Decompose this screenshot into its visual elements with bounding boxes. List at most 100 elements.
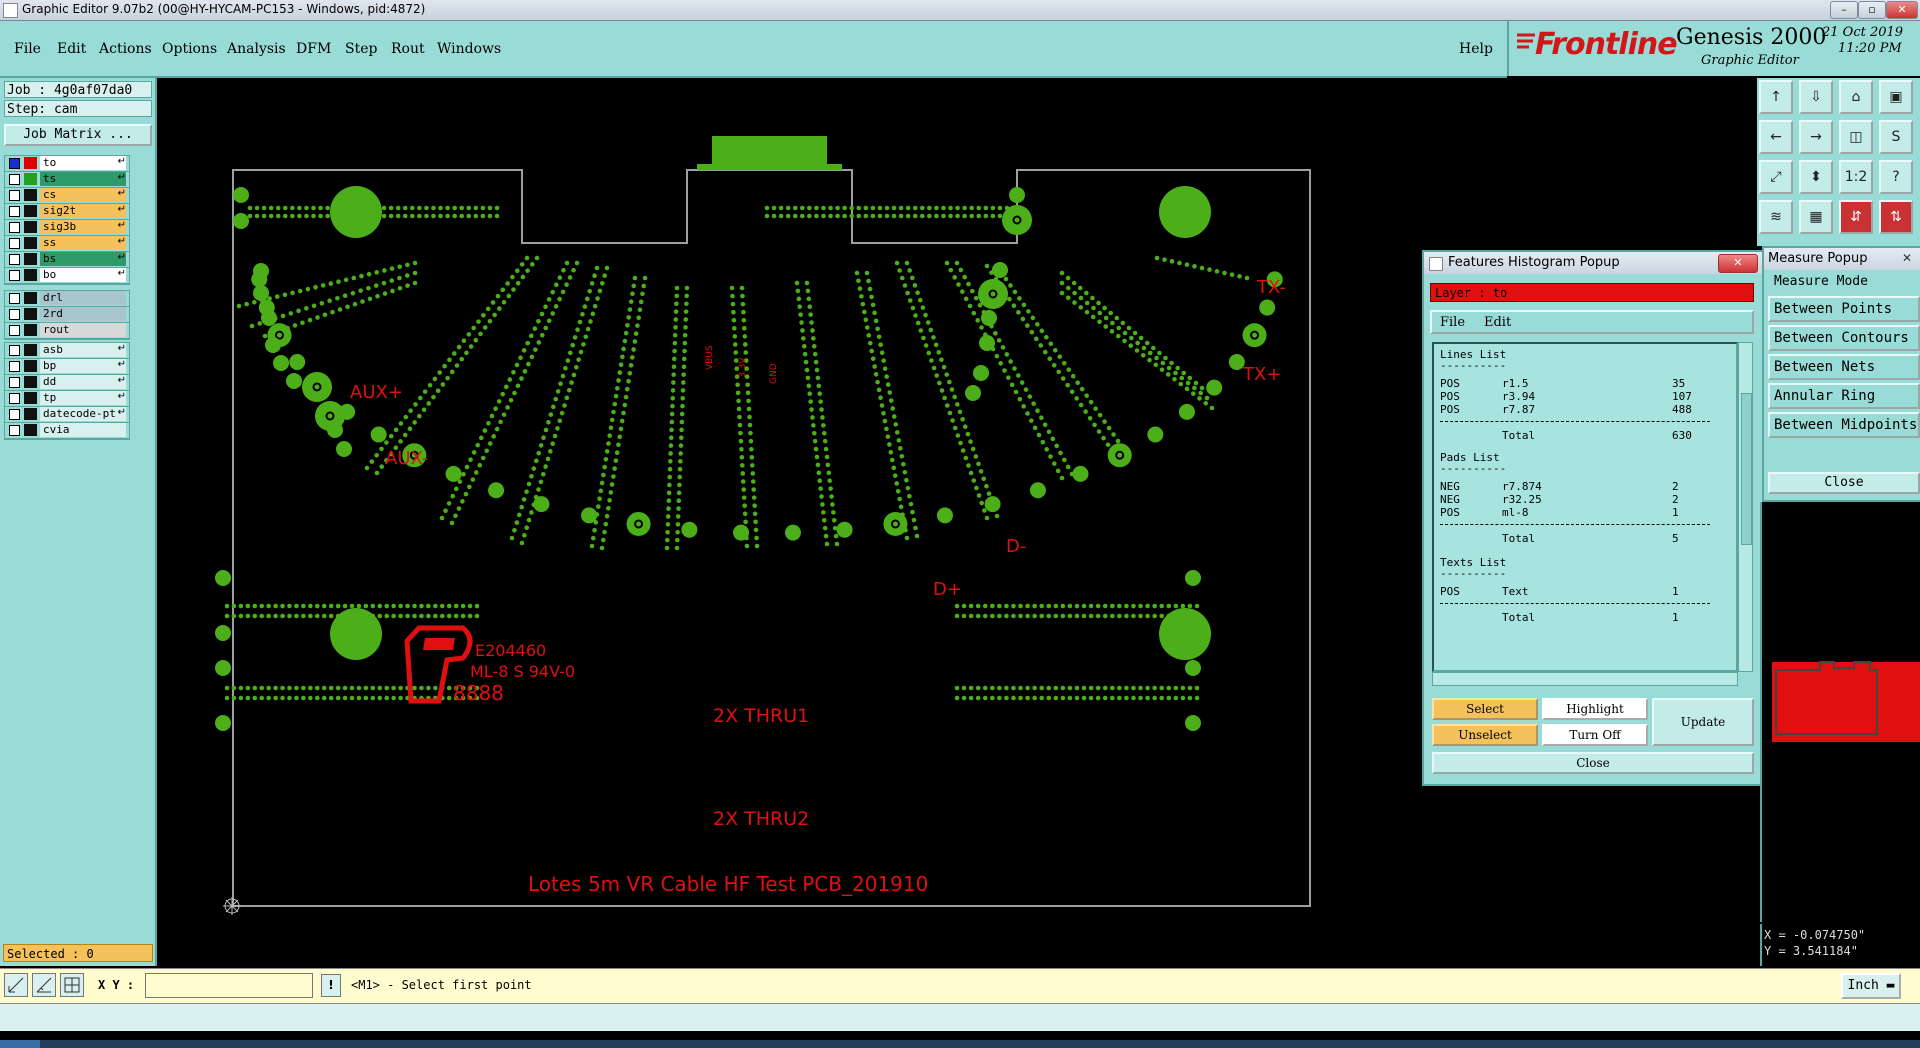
layer-row-sig2t[interactable]: sig2t ↵ bbox=[5, 204, 129, 220]
layer-affected-icon[interactable]: ↵ bbox=[118, 188, 126, 199]
layer-checkbox[interactable] bbox=[9, 393, 20, 404]
histogram-row[interactable]: NEG r7.874 2 bbox=[1440, 480, 1730, 493]
layer-color-swatch[interactable] bbox=[24, 292, 37, 304]
layer-checkbox[interactable] bbox=[9, 361, 20, 372]
histogram-row[interactable]: POS Text 1 bbox=[1440, 585, 1730, 598]
layer-color-swatch[interactable] bbox=[24, 269, 37, 281]
snap-icon[interactable] bbox=[4, 973, 28, 997]
histogram-close-button[interactable]: Close bbox=[1432, 752, 1754, 774]
menu-dfm[interactable]: DFM bbox=[296, 41, 331, 57]
layer-name[interactable]: datecode-pt bbox=[40, 407, 126, 421]
layer-checkbox[interactable] bbox=[9, 206, 20, 217]
layer-row-bo[interactable]: bo ↵ bbox=[5, 268, 129, 284]
layer-checkbox[interactable] bbox=[9, 270, 20, 281]
layer-affected-icon[interactable]: ↵ bbox=[118, 220, 126, 231]
xy-input[interactable] bbox=[145, 973, 313, 998]
maximize-button[interactable]: ▫ bbox=[1858, 1, 1886, 19]
layer-icon[interactable]: ≋ bbox=[1759, 200, 1793, 234]
layer-color-swatch[interactable] bbox=[24, 221, 37, 233]
layer-checkbox[interactable] bbox=[9, 345, 20, 356]
menu-edit[interactable]: Edit bbox=[57, 41, 86, 57]
layer-row-tp[interactable]: tp ↵ bbox=[5, 391, 129, 407]
layer-affected-icon[interactable]: ↵ bbox=[118, 172, 126, 183]
layer-affected-icon[interactable]: ↵ bbox=[118, 407, 126, 418]
layer-row-to[interactable]: to ↵ bbox=[5, 156, 129, 172]
layer-color-swatch[interactable] bbox=[24, 424, 37, 436]
scale-icon[interactable]: 1:2 bbox=[1839, 160, 1873, 194]
layer-checkbox[interactable] bbox=[9, 222, 20, 233]
measure-option-2[interactable]: Between Nets bbox=[1768, 354, 1920, 380]
layer-checkbox[interactable] bbox=[9, 293, 20, 304]
layer-row-drl[interactable]: drl bbox=[5, 291, 129, 307]
menu-file[interactable]: File bbox=[14, 41, 41, 57]
layer-name[interactable]: sig2t bbox=[40, 204, 126, 218]
measure-close-button[interactable]: Close bbox=[1768, 472, 1920, 494]
layer-name[interactable]: cs bbox=[40, 188, 126, 202]
layer-color-swatch[interactable] bbox=[24, 189, 37, 201]
layer-row-sig3b[interactable]: sig3b ↵ bbox=[5, 220, 129, 236]
histogram-row[interactable]: POS r3.94 107 bbox=[1440, 390, 1730, 403]
histogram-hscrollbar[interactable] bbox=[1432, 672, 1738, 686]
grid-icon[interactable] bbox=[60, 973, 84, 997]
histogram-row[interactable]: POS r1.5 35 bbox=[1440, 377, 1730, 390]
layer-color-swatch[interactable] bbox=[24, 253, 37, 265]
measure-option-0[interactable]: Between Points bbox=[1768, 296, 1920, 322]
layer-checkbox[interactable] bbox=[9, 238, 20, 249]
layer-color-swatch[interactable] bbox=[24, 237, 37, 249]
menu-step[interactable]: Step bbox=[345, 41, 377, 57]
histogram-row[interactable]: POS r7.87 488 bbox=[1440, 403, 1730, 416]
menu-options[interactable]: Options bbox=[162, 41, 217, 57]
histogram-menu-edit[interactable]: Edit bbox=[1484, 315, 1511, 330]
measure-tool-icon[interactable] bbox=[32, 973, 56, 997]
highlight-button[interactable]: Highlight bbox=[1542, 698, 1648, 720]
measure-close-x-button[interactable]: ✕ bbox=[1896, 250, 1918, 267]
layer-name[interactable]: sig3b bbox=[40, 220, 126, 234]
layer-color-swatch[interactable] bbox=[24, 392, 37, 404]
layer-checkbox[interactable] bbox=[9, 377, 20, 388]
layer-checkbox[interactable] bbox=[9, 325, 20, 336]
layer-checkbox[interactable] bbox=[9, 254, 20, 265]
layer-row-bs[interactable]: bs ↵ bbox=[5, 252, 129, 268]
layer-name[interactable]: rout bbox=[40, 323, 126, 337]
layer-affected-icon[interactable]: ↵ bbox=[118, 236, 126, 247]
back-icon[interactable]: ← bbox=[1759, 120, 1793, 154]
swap-icon[interactable]: ⇅ bbox=[1879, 200, 1913, 234]
close-window-button[interactable]: ✕ bbox=[1886, 1, 1918, 19]
layer-name[interactable]: to bbox=[40, 156, 126, 170]
layer-row-rout[interactable]: rout bbox=[5, 323, 129, 339]
layer-color-swatch[interactable] bbox=[24, 308, 37, 320]
histogram-close-x-button[interactable]: ✕ bbox=[1718, 254, 1758, 273]
job-matrix-button[interactable]: Job Matrix ... bbox=[4, 124, 152, 146]
menu-rout[interactable]: Rout bbox=[391, 41, 425, 57]
histogram-vscroll-thumb[interactable] bbox=[1741, 393, 1752, 545]
forward-icon[interactable]: → bbox=[1799, 120, 1833, 154]
layer-color-swatch[interactable] bbox=[24, 376, 37, 388]
histogram-row[interactable]: NEG r32.25 2 bbox=[1440, 493, 1730, 506]
help-icon[interactable]: ? bbox=[1879, 160, 1913, 194]
layer-row-cvia[interactable]: cvia bbox=[5, 423, 129, 439]
layer-name[interactable]: drl bbox=[40, 291, 126, 305]
layer-checkbox[interactable] bbox=[9, 190, 20, 201]
layer-color-swatch[interactable] bbox=[24, 408, 37, 420]
minimize-button[interactable]: – bbox=[1830, 1, 1858, 19]
grid-view-icon[interactable]: ▦ bbox=[1799, 200, 1833, 234]
layer-affected-icon[interactable]: ↵ bbox=[118, 252, 126, 263]
layer-row-2rd[interactable]: 2rd bbox=[5, 307, 129, 323]
info-icon[interactable]: ! bbox=[321, 974, 341, 997]
select-button[interactable]: Select bbox=[1432, 698, 1538, 720]
layer-color-swatch[interactable] bbox=[24, 205, 37, 217]
histogram-row[interactable]: POS ml-8 1 bbox=[1440, 506, 1730, 519]
layer-checkbox[interactable] bbox=[9, 409, 20, 420]
layer-name[interactable]: 2rd bbox=[40, 307, 126, 321]
layer-row-ts[interactable]: ts ↵ bbox=[5, 172, 129, 188]
open-step-icon[interactable]: ↑ bbox=[1759, 80, 1793, 114]
measure-option-4[interactable]: Between Midpoints bbox=[1768, 412, 1920, 438]
snap-mode-icon[interactable]: S bbox=[1879, 120, 1913, 154]
layer-color-swatch[interactable] bbox=[24, 360, 37, 372]
layer-color-swatch[interactable] bbox=[24, 324, 37, 336]
layer-name[interactable]: ss bbox=[40, 236, 126, 250]
unselect-button[interactable]: Unselect bbox=[1432, 724, 1538, 746]
layer-name[interactable]: dd bbox=[40, 375, 126, 389]
layer-name[interactable]: bs bbox=[40, 252, 126, 266]
menu-actions[interactable]: Actions bbox=[99, 41, 152, 57]
